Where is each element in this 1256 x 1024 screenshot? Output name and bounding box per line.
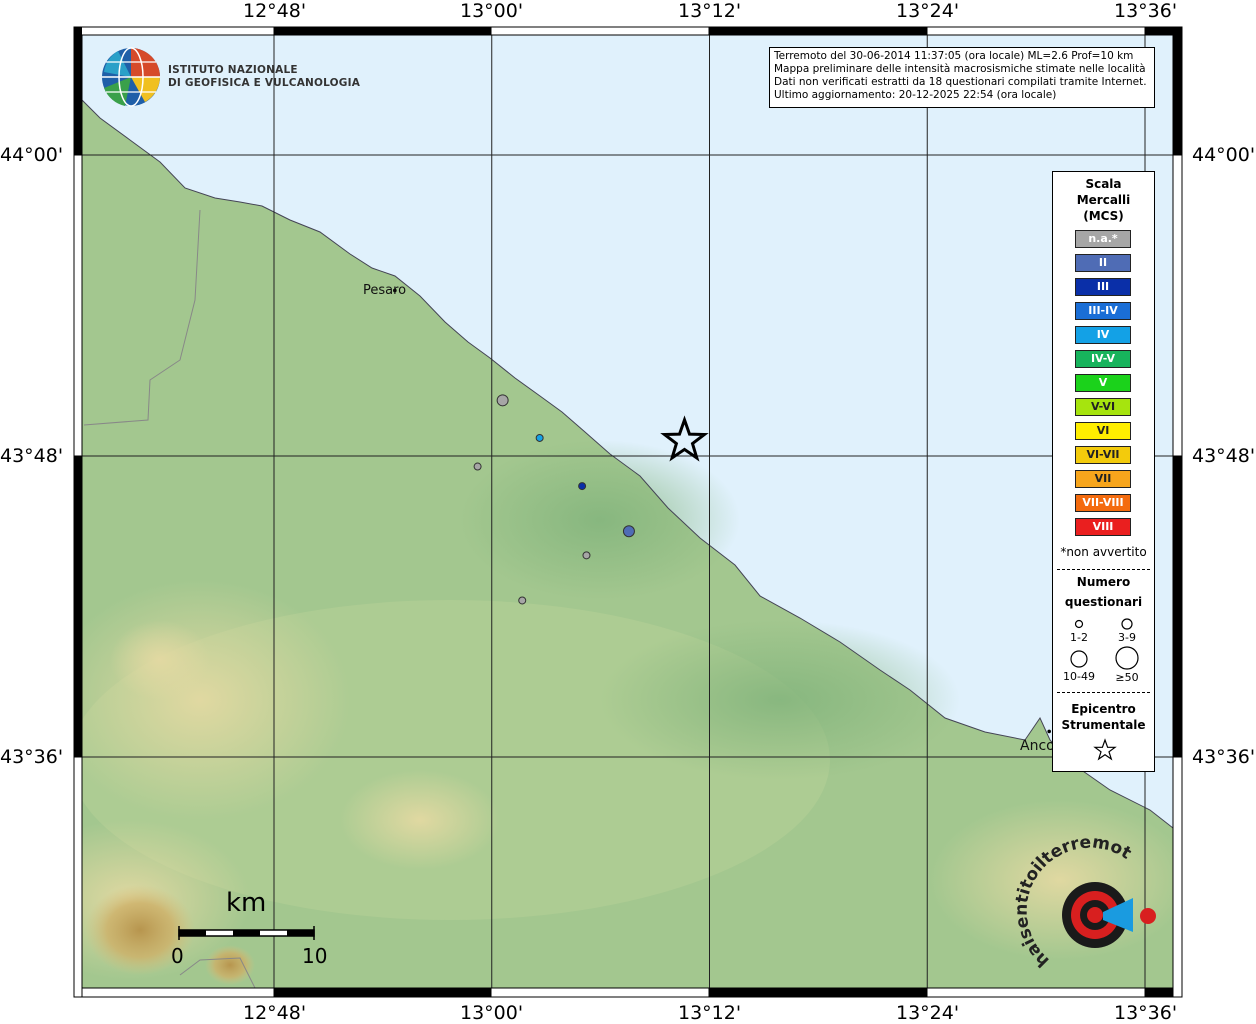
intensity-swatch: IV	[1075, 326, 1131, 344]
intensity-swatch: VI-VII	[1075, 446, 1131, 464]
lat-label-right: 43°36'	[1192, 746, 1256, 768]
legend-title: Scala	[1085, 177, 1122, 191]
terrain-hill	[340, 770, 500, 870]
scale-unit: km	[226, 888, 267, 918]
intensity-swatch: VI	[1075, 422, 1131, 440]
scale-max: 10	[302, 944, 328, 968]
city-label: Anco	[1020, 738, 1055, 754]
lon-label-top: 13°36'	[1114, 0, 1178, 22]
observation-point[interactable]	[473, 462, 482, 471]
city-marker	[1047, 729, 1051, 734]
scale-min: 0	[171, 944, 184, 968]
legend-title: Mercalli	[1076, 193, 1131, 207]
questionari-title: questionari	[1064, 595, 1143, 609]
event-info-box: Terremoto del 30-06-2014 11:37:05 (ora l…	[769, 47, 1155, 108]
legend-note: *non avvertito	[1060, 545, 1147, 559]
terrain-low	[600, 620, 960, 780]
intensity-swatch: n.a.*	[1075, 230, 1131, 248]
event-info-line: Mappa preliminare delle intensità macros…	[774, 63, 1146, 75]
observation-point[interactable]	[582, 551, 591, 560]
lat-label-left: 43°36'	[0, 746, 64, 768]
lon-label-bottom: 12°48'	[243, 1002, 307, 1024]
lon-label-top: 13°24'	[896, 0, 960, 22]
intensity-swatch: VIII	[1075, 518, 1131, 536]
size-symbol-medium	[1121, 618, 1133, 630]
size-symbol-large	[1070, 650, 1088, 668]
lon-label-bottom: 13°00'	[460, 1002, 524, 1024]
city-label: Pesaro	[363, 283, 407, 298]
legend-title: (MCS)	[1083, 209, 1124, 223]
epicenter-title: Strumentale	[1061, 718, 1146, 732]
intensity-swatch: IV-V	[1075, 350, 1131, 368]
intensity-swatch: III	[1075, 278, 1131, 296]
org-name-line: DI GEOFISICA E VULCANOLOGIA	[168, 77, 361, 89]
observation-point[interactable]	[518, 596, 527, 605]
lat-label-right: 44°00'	[1192, 144, 1256, 166]
intensity-swatch: VII-VIII	[1075, 494, 1131, 512]
size-label: 3-9	[1118, 631, 1136, 644]
legend-divider	[1057, 569, 1150, 570]
questionari-title: Numero	[1076, 575, 1131, 589]
lon-label-bottom: 13°36'	[1114, 1002, 1178, 1024]
observation-point[interactable]	[622, 525, 635, 538]
legend: Scala Mercalli (MCS) n.a.* II III III-IV IV I…	[1052, 171, 1155, 772]
lat-label-right: 43°48'	[1192, 445, 1256, 467]
event-info-line: Dati non verificati estratti da 18 quest…	[774, 76, 1147, 88]
terrain-hill	[110, 620, 210, 700]
terrain-hill	[930, 800, 1173, 960]
intensity-swatch: III-IV	[1075, 302, 1131, 320]
size-label: 1-2	[1070, 631, 1088, 644]
legend-divider	[1057, 692, 1150, 693]
intensity-swatch: II	[1075, 254, 1131, 272]
lon-label-top: 13°00'	[460, 0, 524, 22]
observation-point[interactable]	[496, 394, 509, 407]
terrain-mountain	[205, 945, 255, 985]
legend-star-icon	[1093, 738, 1117, 761]
size-symbol-xlarge	[1115, 646, 1139, 670]
lon-label-bottom: 13°12'	[678, 1002, 742, 1024]
event-info-line: Ultimo aggiornamento: 20-12-2025 22:54 (…	[774, 89, 1057, 101]
lon-label-top: 13°12'	[678, 0, 742, 22]
size-label: ≥50	[1115, 671, 1139, 684]
observation-point[interactable]	[578, 482, 587, 491]
epicenter-title: Epicentro	[1071, 702, 1136, 716]
lat-label-left: 44°00'	[0, 144, 64, 166]
ingv-logo-icon	[102, 47, 160, 107]
terrain-low	[460, 440, 740, 600]
org-name-line: ISTITUTO NAZIONALE	[168, 64, 298, 76]
lon-label-top: 12°48'	[243, 0, 307, 22]
event-info-line: Terremoto del 30-06-2014 11:37:05 (ora l…	[774, 50, 1134, 62]
intensity-swatch: V	[1075, 374, 1131, 392]
lat-label-left: 43°48'	[0, 445, 64, 467]
lon-label-bottom: 13°24'	[896, 1002, 960, 1024]
size-symbol-small	[1074, 619, 1084, 629]
size-label: 10-49	[1063, 670, 1095, 683]
intensity-swatch: VII	[1075, 470, 1131, 488]
org-name: ISTITUTO NAZIONALE DI GEOFISICA E VULCAN…	[168, 64, 360, 90]
terrain-hill	[82, 580, 350, 820]
observation-point[interactable]	[535, 433, 544, 442]
intensity-swatch: V-VI	[1075, 398, 1131, 416]
map-area	[82, 35, 1173, 988]
